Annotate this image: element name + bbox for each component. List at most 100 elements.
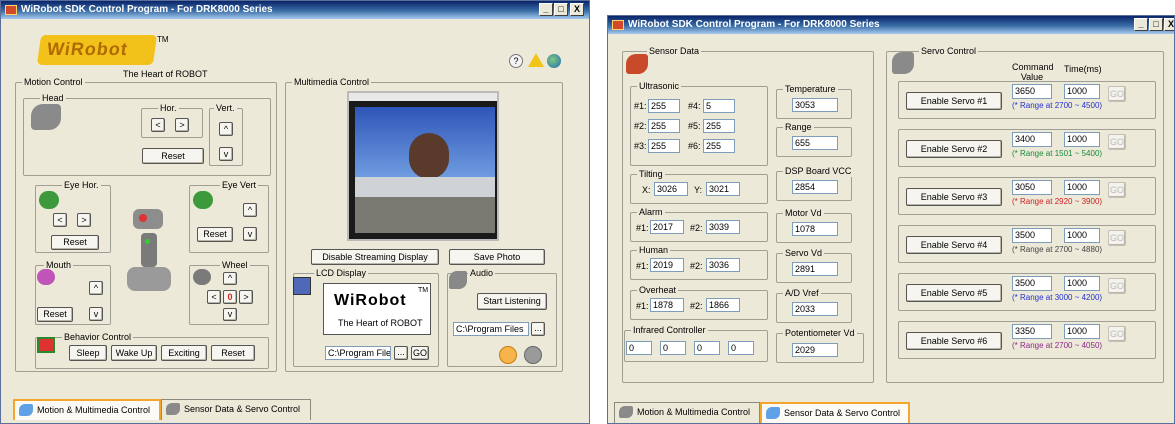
wheel-down-button[interactable]: v	[223, 308, 237, 321]
label: X:	[642, 185, 651, 195]
servo-command-field[interactable]: 3050	[1012, 180, 1052, 195]
servo-go-button[interactable]: GO	[1108, 230, 1126, 246]
servo-time-field[interactable]: 1000	[1064, 324, 1100, 339]
servo-go-button[interactable]: GO	[1108, 86, 1126, 102]
head-right-button[interactable]: >	[175, 118, 189, 132]
alarm-1-field[interactable]: 2017	[650, 220, 684, 234]
servo-go-button[interactable]: GO	[1108, 182, 1126, 198]
wheel-up-button[interactable]: ^	[223, 272, 237, 285]
servo-command-field[interactable]: 3500	[1012, 276, 1052, 291]
servo-time-field[interactable]: 1000	[1064, 132, 1100, 147]
wheel-left-button[interactable]: <	[207, 290, 221, 304]
warning-icon[interactable]	[528, 53, 544, 67]
ultrasonic-3-field[interactable]: 255	[648, 139, 680, 153]
lcd-go-button[interactable]: GO	[411, 346, 429, 360]
ultrasonic-4-field[interactable]: 5	[703, 99, 735, 113]
enable-servo-button[interactable]: Enable Servo #2	[906, 140, 1002, 158]
servo-command-field[interactable]: 3500	[1012, 228, 1052, 243]
servo-go-button[interactable]: GO	[1108, 326, 1126, 342]
head-down-button[interactable]: v	[219, 147, 233, 161]
wake-up-button[interactable]: Wake Up	[111, 345, 157, 361]
eye-hor-right-button[interactable]: >	[77, 213, 91, 227]
start-listening-button[interactable]: Start Listening	[477, 293, 547, 310]
enable-servo-button[interactable]: Enable Servo #3	[906, 188, 1002, 206]
minimize-button[interactable]: _	[539, 3, 553, 16]
enable-servo-button[interactable]: Enable Servo #6	[906, 332, 1002, 350]
disable-streaming-button[interactable]: Disable Streaming Display	[311, 249, 439, 265]
tab-sensor-servo[interactable]: Sensor Data & Servo Control	[161, 399, 311, 420]
infrared-field[interactable]: 0	[626, 341, 652, 355]
maximize-button[interactable]: □	[554, 3, 568, 16]
close-button[interactable]: X	[1164, 18, 1174, 31]
range-field[interactable]: 655	[792, 136, 838, 150]
help-icon[interactable]: ?	[509, 54, 523, 68]
mouth-down-button[interactable]: v	[89, 307, 103, 321]
head-reset-button[interactable]: Reset	[142, 148, 204, 164]
ultrasonic-2-field[interactable]: 255	[648, 119, 680, 133]
lcd-browse-button[interactable]: ...	[394, 346, 408, 360]
servo-go-button[interactable]: GO	[1108, 134, 1126, 150]
wheel-stop-button[interactable]: 0	[223, 290, 237, 304]
lcd-path-field[interactable]: C:\Program File	[325, 346, 391, 360]
servo-vd-field[interactable]: 2891	[792, 262, 838, 276]
minimize-button[interactable]: _	[1134, 18, 1148, 31]
potentiometer-field[interactable]: 2029	[792, 343, 838, 357]
dsp-vcc-field[interactable]: 2854	[792, 180, 838, 194]
maximize-button[interactable]: □	[1149, 18, 1163, 31]
servo-time-field[interactable]: 1000	[1064, 180, 1100, 195]
infrared-field[interactable]: 0	[660, 341, 686, 355]
robot-icon	[766, 407, 780, 419]
group-label: Alarm	[637, 207, 665, 218]
mouth-up-button[interactable]: ^	[89, 281, 103, 295]
tab-sensor-servo[interactable]: Sensor Data & Servo Control	[760, 402, 910, 423]
head-left-button[interactable]: <	[151, 118, 165, 132]
enable-servo-button[interactable]: Enable Servo #1	[906, 92, 1002, 110]
ad-vref-field[interactable]: 2033	[792, 302, 838, 316]
save-photo-button[interactable]: Save Photo	[449, 249, 545, 265]
infrared-field[interactable]: 0	[694, 341, 720, 355]
tilt-y-field[interactable]: 3021	[706, 182, 740, 196]
eye-vert-up-button[interactable]: ^	[243, 203, 257, 217]
enable-servo-button[interactable]: Enable Servo #4	[906, 236, 1002, 254]
overheat-1-field[interactable]: 1878	[650, 298, 684, 312]
tab-motion-multimedia[interactable]: Motion & Multimedia Control	[614, 402, 760, 423]
globe-icon[interactable]	[547, 54, 561, 68]
wheel-right-button[interactable]: >	[239, 290, 253, 304]
tab-motion-multimedia[interactable]: Motion & Multimedia Control	[13, 399, 161, 420]
head-up-button[interactable]: ^	[219, 122, 233, 136]
servo-command-field[interactable]: 3650	[1012, 84, 1052, 99]
tilt-x-field[interactable]: 3026	[654, 182, 688, 196]
stop-icon[interactable]	[524, 346, 542, 364]
audio-browse-button[interactable]: ...	[531, 322, 545, 336]
group-label: Temperature	[783, 84, 838, 95]
ultrasonic-5-field[interactable]: 255	[703, 119, 735, 133]
servo-time-field[interactable]: 1000	[1064, 228, 1100, 243]
motor-vd-field[interactable]: 1078	[792, 222, 838, 236]
audio-path-field[interactable]: C:\Program Files	[453, 322, 529, 336]
play-icon[interactable]	[499, 346, 517, 364]
eye-vert-down-button[interactable]: v	[243, 227, 257, 241]
servo-time-field[interactable]: 1000	[1064, 84, 1100, 99]
servo-go-button[interactable]: GO	[1108, 278, 1126, 294]
human-1-field[interactable]: 2019	[650, 258, 684, 272]
human-2-field[interactable]: 3036	[706, 258, 740, 272]
ultrasonic-1-field[interactable]: 255	[648, 99, 680, 113]
alarm-2-field[interactable]: 3039	[706, 220, 740, 234]
close-button[interactable]: X	[570, 3, 584, 16]
eye-hor-left-button[interactable]: <	[53, 213, 67, 227]
servo-command-field[interactable]: 3350	[1012, 324, 1052, 339]
sleep-button[interactable]: Sleep	[69, 345, 107, 361]
mouth-reset-button[interactable]: Reset	[37, 307, 73, 322]
infrared-field[interactable]: 0	[728, 341, 754, 355]
servo-time-field[interactable]: 1000	[1064, 276, 1100, 291]
servo-command-field[interactable]: 3400	[1012, 132, 1052, 147]
video-display	[347, 91, 499, 241]
temperature-field[interactable]: 3053	[792, 98, 838, 112]
eye-vert-reset-button[interactable]: Reset	[197, 227, 233, 242]
overheat-2-field[interactable]: 1866	[706, 298, 740, 312]
behavior-reset-button[interactable]: Reset	[211, 345, 255, 361]
ultrasonic-6-field[interactable]: 255	[703, 139, 735, 153]
exciting-button[interactable]: Exciting	[161, 345, 207, 361]
eye-hor-reset-button[interactable]: Reset	[51, 235, 99, 250]
enable-servo-button[interactable]: Enable Servo #5	[906, 284, 1002, 302]
